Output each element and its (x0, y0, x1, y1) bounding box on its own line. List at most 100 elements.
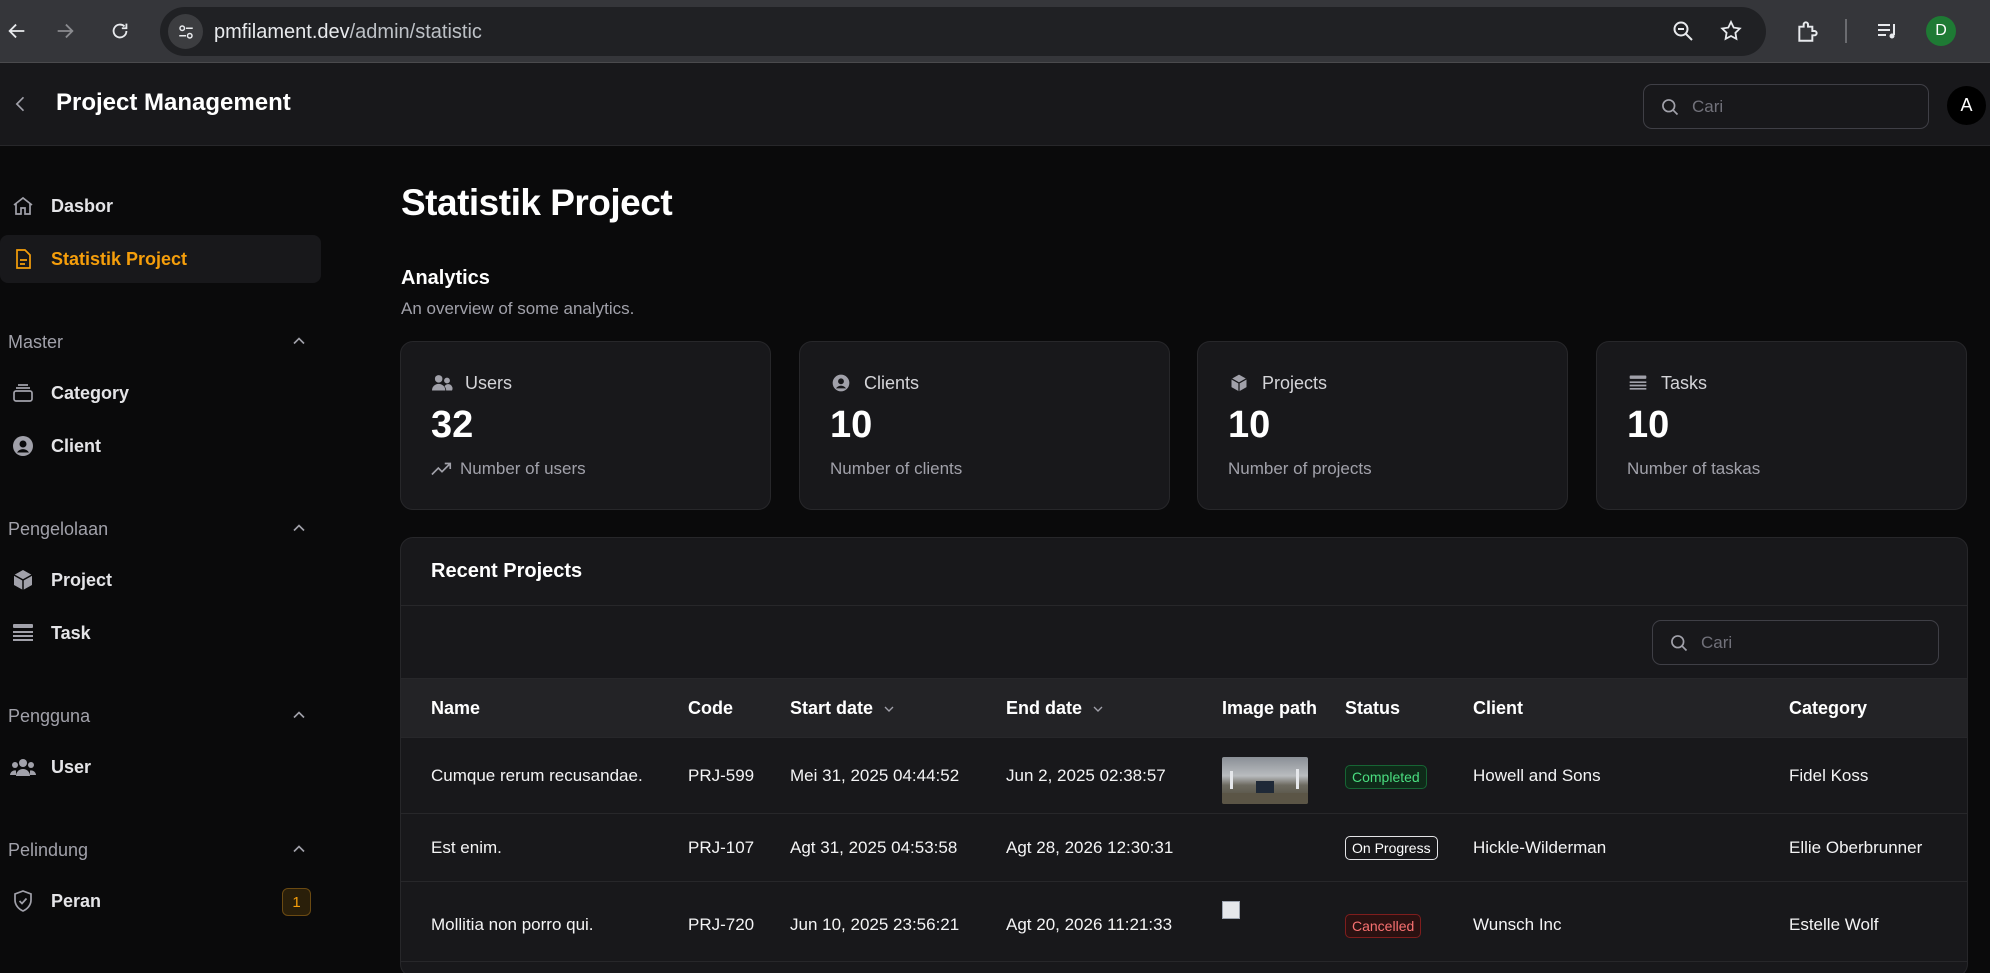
app-title: Project Management (56, 89, 291, 116)
sidebar-item-label: User (51, 756, 92, 777)
cell-start-date: Mei 31, 2025 04:44:52 (790, 766, 960, 785)
column-header-image-path[interactable]: Image path (1222, 698, 1317, 719)
sidebar-item-dasbor[interactable]: Dasbor (0, 182, 321, 230)
sidebar-item-label: Category (51, 382, 130, 403)
cell-code: PRJ-720 (688, 915, 755, 934)
stat-value: 32 (431, 404, 474, 446)
table-search[interactable] (1652, 620, 1939, 665)
sidebar-group-pengelolaan[interactable]: Pengelolaan (8, 519, 108, 540)
user-circle-icon (830, 372, 852, 394)
sort-chevron-icon[interactable] (881, 701, 897, 717)
chevron-up-icon[interactable] (289, 839, 309, 859)
chevron-up-icon[interactable] (289, 331, 309, 351)
app-topbar: Project Management A (0, 63, 1990, 146)
sidebar-item-client[interactable]: Client (0, 422, 321, 470)
global-search[interactable] (1643, 84, 1929, 129)
chevron-up-icon[interactable] (289, 518, 309, 538)
reload-icon[interactable] (103, 14, 137, 48)
back-arrow-icon[interactable] (0, 14, 34, 48)
broken-image-icon (1222, 901, 1240, 919)
browser-toolbar: pmfilament.dev/admin/statistic D (0, 0, 1990, 63)
column-header-client[interactable]: Client (1473, 698, 1523, 719)
cell-name: Mollitia non porro qui. (431, 915, 594, 934)
sidebar-item-label: Project (51, 569, 113, 590)
chevron-up-icon[interactable] (289, 705, 309, 725)
stat-description: Number of clients (830, 459, 963, 478)
stat-label: Tasks (1661, 372, 1708, 393)
shield-icon (10, 888, 36, 914)
cell-name: Est enim. (431, 838, 502, 857)
search-icon (1669, 633, 1689, 658)
table-row[interactable]: Cumque rerum recusandae. PRJ-599 Mei 31,… (401, 738, 1967, 814)
status-badge: Cancelled (1345, 914, 1422, 938)
cell-end-date: Agt 20, 2026 11:21:33 (1006, 915, 1173, 934)
sidebar-item-label: Task (51, 622, 91, 643)
sidebar-group-pengguna[interactable]: Pengguna (8, 706, 90, 727)
collapse-sidebar-icon[interactable] (6, 89, 36, 119)
page-title: Statistik Project (401, 182, 673, 223)
cell-start-date: Agt 31, 2025 04:53:58 (790, 838, 958, 857)
column-header-start-date[interactable]: Start date (790, 698, 897, 719)
extensions-icon[interactable] (1794, 17, 1822, 45)
site-settings-icon[interactable] (168, 14, 203, 49)
section-heading: Analytics (401, 267, 490, 289)
browser-profile-avatar[interactable]: D (1926, 16, 1956, 46)
column-header-label: Start date (790, 698, 874, 718)
sidebar-item-label: Peran (51, 890, 102, 911)
sidebar-item-task[interactable]: Task (0, 609, 321, 657)
column-header-end-date[interactable]: End date (1006, 698, 1106, 719)
users-icon (431, 372, 453, 394)
media-queue-icon[interactable] (1873, 17, 1901, 45)
sort-chevron-icon[interactable] (1090, 701, 1106, 717)
sidebar-item-peran[interactable]: Peran 1 (0, 877, 321, 925)
column-header-status[interactable]: Status (1345, 698, 1400, 719)
cell-category: Estelle Wolf (1789, 915, 1879, 934)
table-row[interactable]: Est enim. PRJ-107 Agt 31, 2025 04:53:58 … (401, 814, 1967, 882)
sidebar-item-label: Dasbor (51, 195, 114, 216)
recent-projects-table: Recent Projects Name Code Start date End… (400, 537, 1968, 973)
table-title: Recent Projects (431, 560, 583, 582)
cell-code: PRJ-599 (688, 766, 755, 785)
stat-card-projects: Projects 10 Number of projects (1197, 341, 1568, 510)
stat-description: Number of users (460, 459, 586, 478)
global-search-input[interactable] (1692, 85, 1912, 128)
cell-end-date: Jun 2, 2025 02:38:57 (1006, 766, 1166, 785)
home-icon (10, 193, 36, 219)
status-badge: On Progress (1345, 836, 1438, 860)
table-row[interactable]: Mollitia non porro qui. PRJ-720 Jun 10, … (401, 882, 1967, 962)
user-avatar[interactable]: A (1947, 86, 1986, 125)
sidebar-item-label: Client (51, 435, 102, 456)
trending-up-icon (431, 461, 453, 477)
user-circle-icon (10, 433, 36, 459)
bookmark-star-icon[interactable] (1717, 17, 1745, 45)
zoom-icon[interactable] (1669, 17, 1697, 45)
column-header-category[interactable]: Category (1789, 698, 1867, 719)
users-icon (10, 754, 36, 780)
cell-name: Cumque rerum recusandae. (431, 766, 643, 785)
stat-card-clients: Clients 10 Number of clients (799, 341, 1170, 510)
stat-card-tasks: Tasks 10 Number of taskas (1596, 341, 1967, 510)
sidebar-item-statistik-project[interactable]: Statistik Project (0, 235, 321, 283)
cube-icon (1228, 372, 1250, 394)
column-header-code[interactable]: Code (688, 698, 733, 719)
stack-icon (10, 380, 36, 406)
stat-label: Clients (864, 372, 920, 393)
count-badge: 1 (282, 888, 311, 916)
column-header-name[interactable]: Name (431, 698, 480, 719)
sidebar-item-user[interactable]: User (0, 743, 321, 791)
cube-icon (10, 567, 36, 593)
sidebar-item-project[interactable]: Project (0, 556, 321, 604)
url-text: pmfilament.dev/admin/statistic (214, 21, 482, 44)
search-icon (1660, 97, 1680, 122)
stat-label: Users (465, 372, 513, 393)
toolbar-divider (1845, 19, 1847, 43)
sidebar-group-master[interactable]: Master (8, 332, 63, 353)
table-header: Name Code Start date End date Image path… (401, 678, 1967, 738)
cell-end-date: Agt 28, 2026 12:30:31 (1006, 838, 1174, 857)
sidebar-item-category[interactable]: Category (0, 369, 321, 417)
sidebar-item-label: Statistik Project (51, 248, 188, 269)
address-bar[interactable]: pmfilament.dev/admin/statistic (160, 7, 1766, 56)
forward-arrow-icon[interactable] (48, 14, 82, 48)
sidebar-group-pelindung[interactable]: Pelindung (8, 840, 88, 861)
table-search-input[interactable] (1701, 621, 1921, 664)
